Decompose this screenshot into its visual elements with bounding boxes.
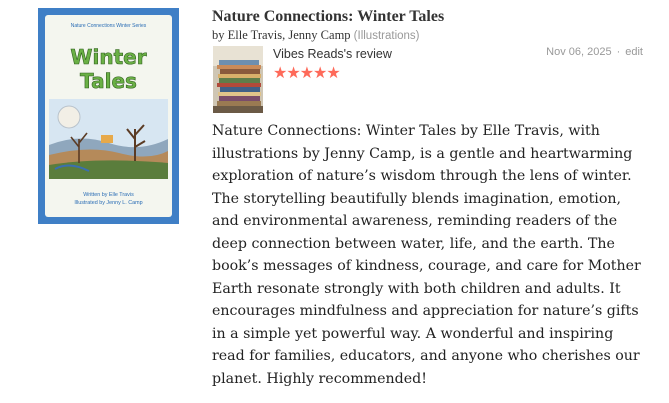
review-text: Nature Connections: Winter Tales by Elle… xyxy=(212,123,641,387)
cover-series-label: Nature Connections Winter Series xyxy=(70,23,147,29)
star-icon: ★ xyxy=(326,63,340,82)
book-cover-artwork: Nature Connections Winter Series Winter … xyxy=(45,15,172,217)
star-icon: ★ xyxy=(273,63,287,82)
cover-title-line-2: Tales xyxy=(80,69,137,94)
review-meta: Nov 06, 2025 · edit xyxy=(546,46,643,58)
book-title-link[interactable]: Nature Connections: Winter Tales xyxy=(212,8,444,26)
cover-credits: Written by Elle Travis Illustrated by Je… xyxy=(45,191,172,207)
star-icon: ★ xyxy=(286,63,300,82)
star-rating: ★★★★★ xyxy=(273,63,341,83)
star-icon: ★ xyxy=(299,63,314,82)
avatar-image xyxy=(213,46,263,113)
book-cover[interactable]: Nature Connections Winter Series Winter … xyxy=(38,8,179,224)
illustrator-role: (Illustrations) xyxy=(353,30,420,42)
book-authors: by Elle Travis, Jenny Camp (Illustration… xyxy=(212,28,420,43)
reviewer-avatar[interactable] xyxy=(213,46,263,113)
edit-review-link[interactable]: edit xyxy=(625,46,643,58)
reviewer-name[interactable]: Vibes Reads's review xyxy=(273,47,392,61)
author-links[interactable]: by Elle Travis, Jenny Camp xyxy=(212,28,351,42)
cover-credit-written: Written by Elle Travis xyxy=(83,192,134,198)
cover-title-line-1: Winter xyxy=(70,45,147,70)
cover-illustration xyxy=(49,99,168,179)
star-icon: ★ xyxy=(313,63,327,82)
cover-credit-illustrated: Illustrated by Jenny L. Camp xyxy=(74,200,143,206)
review-date[interactable]: Nov 06, 2025 xyxy=(546,46,611,58)
meta-separator: · xyxy=(616,46,621,58)
